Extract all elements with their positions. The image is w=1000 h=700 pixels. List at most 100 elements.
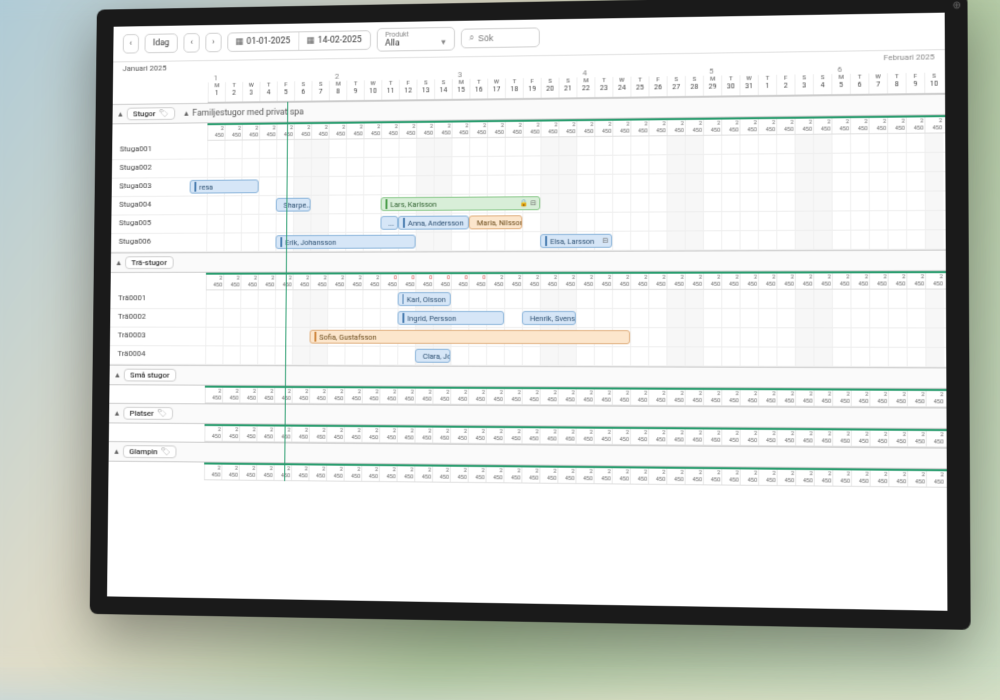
chevron-down-icon: ▴ — [114, 446, 118, 456]
resource-row: Trä0003 Sofia, Gustafsson — [110, 328, 946, 348]
day-header: T6 — [850, 73, 869, 93]
tag-icon: 🏷 — [158, 109, 168, 118]
day-header: S28 — [685, 76, 703, 96]
day-header: T23 — [594, 77, 612, 97]
day-header: T30 — [721, 75, 739, 95]
day-header: S20 — [541, 78, 559, 98]
day-header: W24 — [612, 77, 630, 97]
chevron-down-icon: ▾ — [441, 38, 445, 48]
booking-bar[interactable]: Sofia, Gustafsson — [310, 330, 631, 344]
chevron-left-icon: ‹ — [190, 38, 193, 48]
day-header: S6 — [294, 81, 312, 101]
booking-bar[interactable]: Sharpe... — [276, 198, 311, 212]
day-header: F19 — [523, 78, 541, 98]
resource-row: Trä0001 Karl, Olsson — [110, 290, 946, 310]
day-header: F2 — [776, 74, 794, 94]
bar-icons: ⊟ — [602, 237, 608, 245]
booking-bar[interactable]: Ingrid, Persson — [397, 311, 504, 325]
calendar-icon: ▦ — [307, 36, 315, 46]
resource-lane[interactable]: Clara, Jonsson — [205, 346, 946, 366]
product-value: Alla — [385, 39, 400, 49]
prev-button[interactable]: ‹ — [184, 33, 200, 53]
day-header: T8 — [887, 73, 906, 93]
week-number: 1 — [214, 74, 218, 83]
chevron-left-icon: ‹ — [129, 39, 132, 49]
booking-bar[interactable]: Maria, Nilsson — [469, 215, 523, 229]
day-header: T2 — [225, 82, 242, 102]
bar-icons: 🔒 ⊟ — [520, 199, 536, 207]
day-header: F5 — [277, 81, 294, 101]
day-header: W7 — [868, 73, 887, 93]
booking-bar[interactable]: Anna, Andersson — [398, 216, 469, 230]
today-button[interactable]: Idag — [144, 33, 178, 53]
resource-label: Stuga004 — [111, 196, 206, 214]
day-header: S3 — [794, 74, 812, 94]
resource-lane[interactable]: ...Anna, AnderssonMaria, Nilsson — [206, 211, 945, 233]
chevron-down-icon: ▴ — [115, 408, 119, 418]
day-header: S14 — [434, 79, 452, 99]
resource-label: Stuga002 — [112, 159, 207, 177]
section-chip[interactable]: Stugor 🏷 — [126, 107, 175, 120]
resource-lane[interactable]: Erik, Johansson Elsa, Larsson⊟ — [206, 230, 946, 251]
booking-bar[interactable]: ... — [380, 216, 398, 230]
day-header: T16 — [469, 79, 487, 99]
chevron-down-icon: ▴ — [118, 109, 122, 119]
chevron-down-icon: ▴ — [117, 258, 121, 268]
week-number: 4 — [582, 68, 587, 77]
date-range-picker[interactable]: ▦01-01-2025 ▦14-02-2025 — [227, 30, 371, 52]
booking-bar[interactable]: Elsa, Larsson⊟ — [540, 234, 612, 248]
day-header: W10 — [364, 80, 382, 100]
month-left: Januari 2025 — [123, 64, 167, 73]
day-header: S4 — [813, 74, 832, 94]
section-chip[interactable]: Trä-stugor — [125, 256, 174, 269]
section-chip[interactable]: Platser 🏷 — [123, 407, 173, 420]
month-right: Februari 2025 — [884, 52, 935, 62]
week-number: 3 — [458, 70, 462, 79]
resource-lane[interactable]: Ingrid, Persson Henrik, Svensson — [205, 309, 946, 327]
chevron-right-icon: › — [212, 38, 215, 48]
resource-label: Stuga001 — [112, 141, 207, 159]
section-chip[interactable]: Glampin 🏷 — [122, 445, 176, 458]
resource-row: Trä0002 Ingrid, PerssonHenrik, Svensson — [110, 309, 946, 328]
day-header: T1 — [758, 75, 776, 95]
day-header: W31 — [739, 75, 757, 95]
booking-bar[interactable]: Clara, Jonsson — [415, 349, 451, 363]
resource-label: Stuga006 — [111, 234, 206, 252]
chevron-down-icon: ▴ — [115, 370, 119, 380]
booking-bar[interactable]: Henrik, Svensson — [522, 311, 576, 325]
booking-bar[interactable]: Karl, Olsson — [398, 292, 451, 306]
day-header: F26 — [649, 76, 667, 96]
search-box[interactable]: ⌕ — [460, 27, 539, 48]
back-button[interactable]: ‹ — [123, 34, 139, 54]
booking-bar[interactable]: resa — [190, 179, 259, 193]
week-number: 6 — [837, 65, 842, 74]
day-header: F9 — [906, 73, 925, 94]
date-from: 01-01-2025 — [247, 36, 291, 46]
resource-lane[interactable]: Karl, Olsson — [206, 290, 946, 309]
booking-bar[interactable]: Lars, Karlsson🔒 ⊟ — [381, 196, 541, 211]
subgroup-label: Familjestugor med privat spa — [192, 107, 304, 118]
capacity-row: 2450245024502450245024502450245024502450… — [206, 271, 946, 290]
day-header: T25 — [630, 76, 648, 96]
resource-lane[interactable]: Sofia, Gustafsson — [205, 328, 946, 347]
day-header: T9 — [346, 80, 364, 100]
section-header[interactable]: ▴ Trä-stugor — [111, 250, 946, 273]
day-header: S13 — [416, 79, 434, 99]
product-select[interactable]: Produkt Alla▾ — [376, 27, 454, 52]
day-header: M8 — [329, 81, 347, 101]
resource-label: Trä0004 — [110, 346, 206, 364]
day-header: S7 — [311, 81, 329, 101]
week-number: 5 — [709, 67, 714, 76]
day-header: W3 — [242, 82, 259, 102]
chevron-down-icon: ▴ — [184, 108, 188, 118]
day-header: M29 — [703, 75, 721, 95]
day-header: T11 — [381, 80, 399, 100]
booking-bar[interactable]: Erik, Johansson — [275, 235, 415, 249]
search-input[interactable] — [478, 33, 527, 44]
resource-label: Trä0001 — [110, 290, 205, 308]
tag-icon: 🏷 — [160, 447, 170, 456]
next-button[interactable]: › — [205, 33, 221, 53]
week-number: 2 — [335, 72, 339, 81]
day-header: M15 — [452, 79, 470, 99]
section-chip[interactable]: Små stugor — [123, 369, 176, 382]
